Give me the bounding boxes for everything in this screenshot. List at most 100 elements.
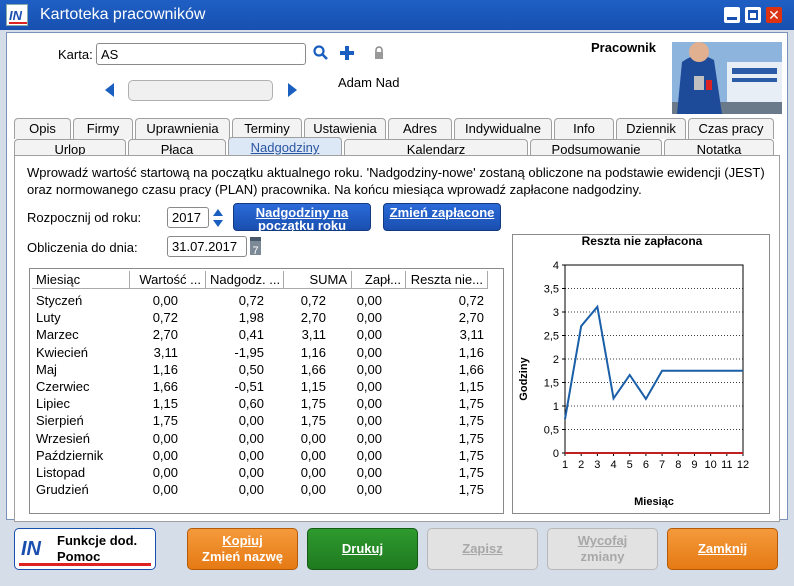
- value-cell: 3,11: [459, 327, 484, 343]
- table-row[interactable]: Sierpień 1,75 0,00 1,75 0,00 1,75: [30, 413, 500, 430]
- month-cell: Maj: [36, 361, 57, 377]
- change-paid-button[interactable]: Zmień zapłacone: [383, 203, 501, 231]
- table-row[interactable]: Czerwiec 1,66 -0,51 1,15 0,00 1,15: [30, 379, 500, 396]
- table-row[interactable]: Kwiecień 3,11 -1,95 1,16 0,00 1,16: [30, 345, 500, 362]
- table-row[interactable]: Luty 0,72 1,98 2,70 0,00 2,70: [30, 310, 500, 327]
- value-cell: 0,50: [238, 361, 264, 377]
- value-cell: 0,00: [152, 447, 178, 463]
- value-cell: 0,00: [356, 482, 382, 498]
- value-cell: 3,11: [301, 327, 326, 343]
- start-year-input[interactable]: [167, 207, 209, 228]
- value-cell: 1,66: [152, 379, 178, 394]
- tab-czas-pracy[interactable]: Czas pracy: [688, 118, 774, 139]
- value-cell: 1,15: [152, 396, 178, 412]
- karta-label: Karta:: [58, 47, 93, 62]
- value-cell: 0,00: [300, 482, 326, 498]
- table-row[interactable]: Grudzień 0,00 0,00 0,00 0,00 1,75: [30, 482, 500, 499]
- overtime-table: Miesiąc Wartość ... Nadgodz. ... SUMA Zapł..…: [29, 268, 504, 514]
- value-cell: 1,75: [458, 447, 484, 463]
- close-window-button[interactable]: ✕: [766, 7, 782, 23]
- column-header[interactable]: Reszta nie...: [406, 271, 488, 289]
- value-cell: 0,00: [152, 482, 178, 498]
- y-tick-label: 1,5: [544, 378, 559, 390]
- column-header[interactable]: Wartość ...: [130, 271, 206, 289]
- calendar-icon[interactable]: 7: [250, 237, 261, 257]
- start-overtime-button[interactable]: Nadgodziny na początku roku: [233, 203, 371, 232]
- search-icon[interactable]: [312, 44, 330, 65]
- value-cell: 0,00: [300, 430, 326, 446]
- functions-help-button[interactable]: IN Funkcje dod. Pomoc: [14, 528, 156, 570]
- karta-input[interactable]: [96, 43, 306, 65]
- table-row[interactable]: Styczeń 0,00 0,72 0,72 0,00 0,72: [30, 293, 500, 310]
- tab-indywidualne[interactable]: Indywidualne: [454, 118, 552, 139]
- previous-record-icon[interactable]: [105, 83, 114, 97]
- svg-text:IN: IN: [21, 538, 42, 560]
- value-cell: 0,00: [356, 327, 382, 343]
- table-row[interactable]: Wrzesień 0,00 0,00 0,00 0,00 1,75: [30, 431, 500, 448]
- employee-photo: [672, 42, 782, 117]
- tab-uprawnienia[interactable]: Uprawnienia: [135, 118, 230, 139]
- next-record-icon[interactable]: [288, 83, 297, 97]
- value-cell: -1,95: [234, 344, 264, 360]
- print-button[interactable]: Drukuj: [307, 528, 418, 570]
- value-cell: 0,00: [152, 465, 178, 480]
- x-tick-label: 5: [627, 459, 633, 471]
- tab-adres[interactable]: Adres: [388, 118, 452, 139]
- close-label: Zamknij: [697, 541, 748, 556]
- add-icon[interactable]: [338, 44, 356, 65]
- calc-date-input[interactable]: [167, 236, 247, 257]
- x-axis-label: Miesiąc: [634, 496, 674, 508]
- withdraw-changes-button[interactable]: Wycofaj zmiany: [547, 528, 658, 570]
- table-row[interactable]: Październik 0,00 0,00 0,00 0,00 1,75: [30, 448, 500, 465]
- value-cell: 0,00: [238, 430, 264, 446]
- tab-terminy[interactable]: Terminy: [232, 118, 302, 139]
- series-line-1: [564, 304, 743, 420]
- pracownik-label: Pracownik: [591, 40, 657, 55]
- table-row[interactable]: Maj 1,16 0,50 1,66 0,00 1,66: [30, 362, 500, 379]
- tab-ustawienia[interactable]: Ustawienia: [304, 118, 386, 139]
- app-logo-icon: IN: [6, 4, 28, 26]
- year-spinner[interactable]: [212, 207, 224, 232]
- x-tick-label: 4: [610, 459, 616, 471]
- x-tick-label: 2: [578, 459, 584, 471]
- minimize-button[interactable]: [724, 7, 740, 23]
- tab-dziennik[interactable]: Dziennik: [616, 118, 686, 139]
- tab-opis[interactable]: Opis: [14, 118, 71, 139]
- chart-title: Reszta nie zapłacona: [582, 235, 703, 248]
- x-tick-label: 8: [675, 459, 681, 471]
- column-header[interactable]: Miesiąc: [32, 271, 130, 289]
- calc-date-label: Obliczenia do dnia:: [27, 240, 138, 255]
- value-cell: 0,00: [238, 482, 264, 498]
- column-header[interactable]: Nadgodz. ...: [206, 271, 284, 289]
- print-label: Drukuj: [341, 541, 384, 556]
- value-cell: 0,00: [356, 310, 382, 326]
- month-cell: Marzec: [36, 327, 79, 343]
- month-cell: Wrzesień: [36, 430, 90, 446]
- save-button[interactable]: Zapisz: [427, 528, 538, 570]
- y-tick-label: 0: [553, 448, 559, 460]
- x-tick-label: 1: [562, 459, 568, 471]
- y-tick-label: 3: [553, 307, 559, 319]
- table-row[interactable]: Marzec 2,70 0,41 3,11 0,00 3,11: [30, 327, 500, 344]
- tab-info[interactable]: Info: [554, 118, 614, 139]
- value-cell: 0,00: [238, 447, 264, 463]
- copy-rename-button[interactable]: Kopiuj Zmień nazwę: [187, 528, 298, 570]
- column-header[interactable]: SUMA: [284, 271, 352, 289]
- table-row[interactable]: Lipiec 1,15 0,60 1,75 0,00 1,75: [30, 396, 500, 413]
- maximize-button[interactable]: [745, 7, 761, 23]
- value-cell: 0,00: [356, 361, 382, 377]
- value-cell: 3,11: [153, 344, 178, 360]
- value-cell: 0,00: [356, 293, 382, 308]
- value-cell: 1,16: [152, 361, 178, 377]
- column-header[interactable]: Zapł...: [352, 271, 406, 289]
- y-tick-label: 1: [553, 401, 559, 413]
- value-cell: 0,00: [356, 396, 382, 412]
- table-row[interactable]: Listopad 0,00 0,00 0,00 0,00 1,75: [30, 465, 500, 482]
- value-cell: 0,60: [238, 396, 264, 412]
- value-cell: 0,72: [458, 293, 484, 308]
- tab-firmy[interactable]: Firmy: [73, 118, 133, 139]
- value-cell: 1,75: [458, 413, 484, 429]
- x-tick-label: 7: [659, 459, 665, 471]
- value-cell: 2,70: [458, 310, 484, 326]
- close-button[interactable]: Zamknij: [667, 528, 778, 570]
